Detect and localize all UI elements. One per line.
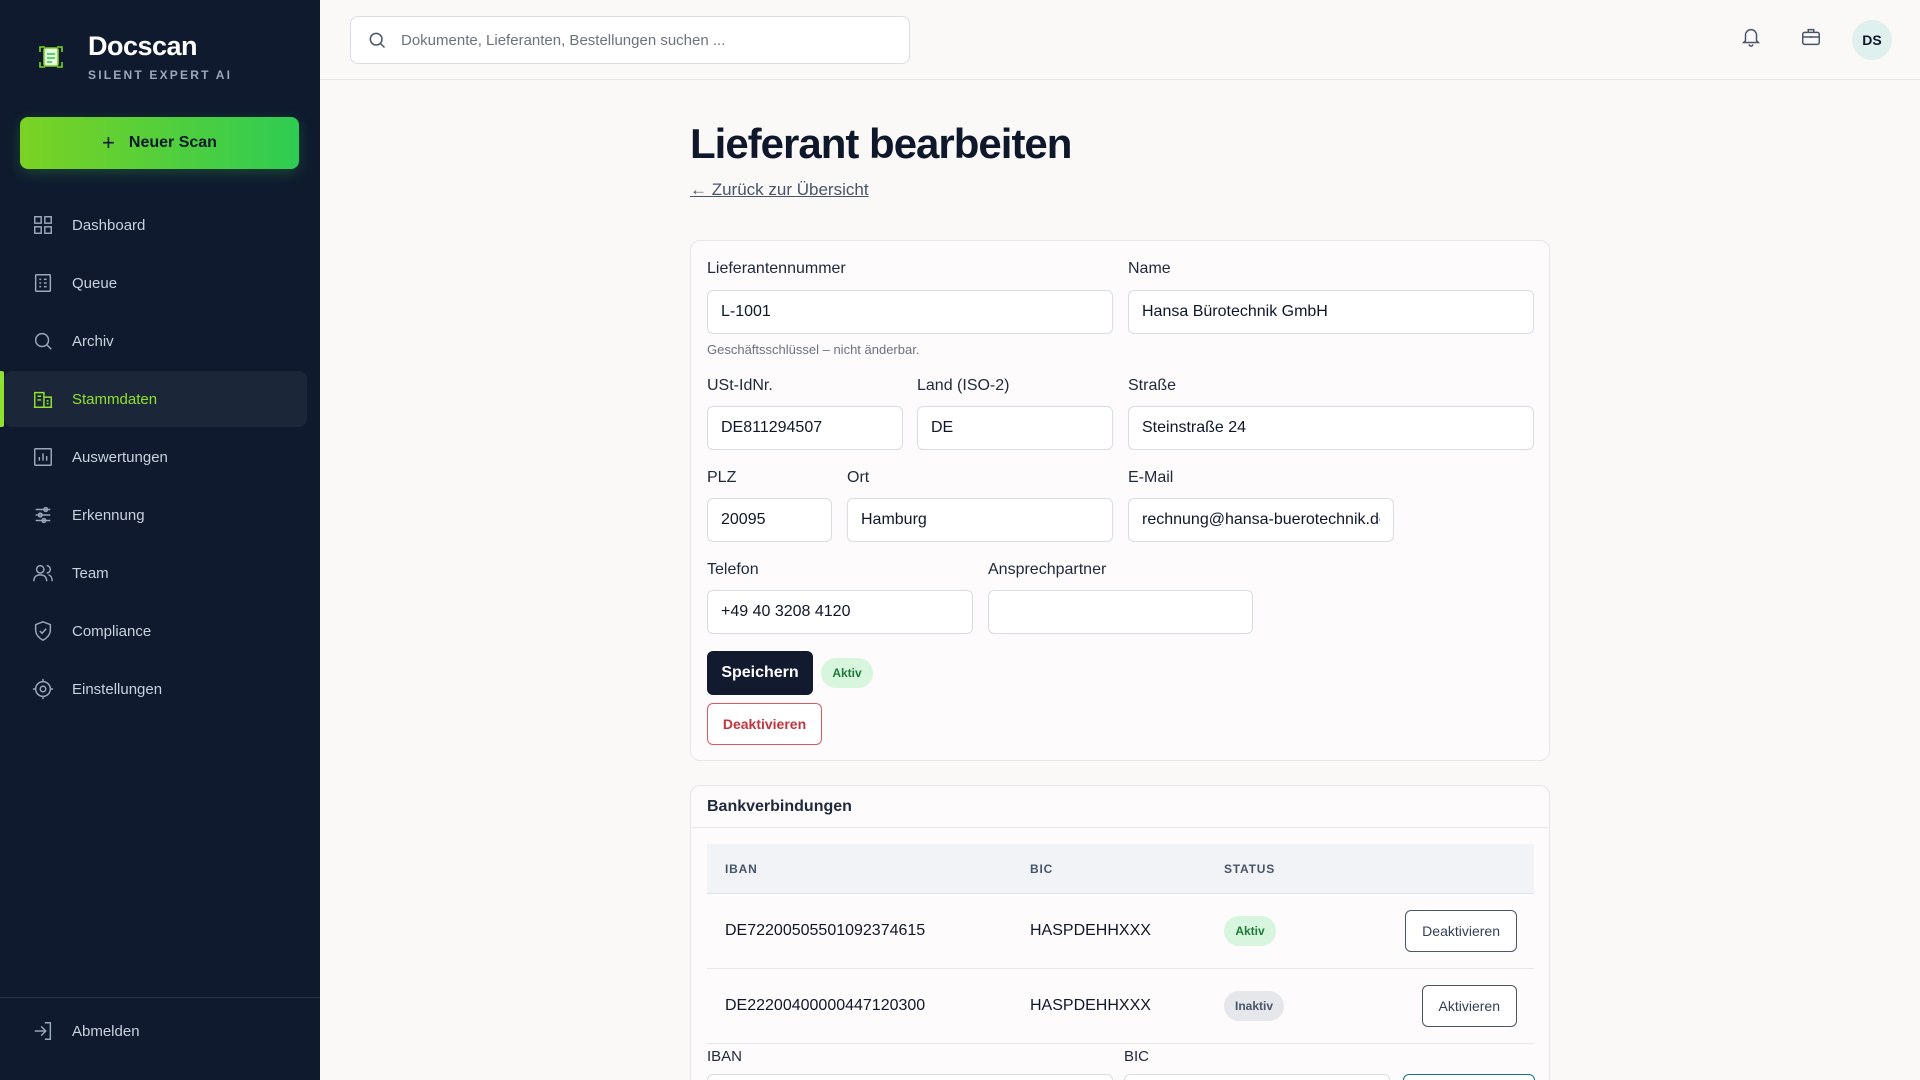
- sidebar-item-stammdaten[interactable]: Stammdaten: [0, 371, 307, 427]
- global-search[interactable]: [350, 16, 910, 64]
- supplier-number-label: Lieferantennummer: [707, 260, 846, 277]
- country-input[interactable]: [917, 406, 1113, 450]
- users-icon: [33, 564, 53, 582]
- bank-accounts-table: IBAN BIC STATUS DE72200505501092374615 H…: [707, 844, 1534, 1044]
- sidebar-item-label: Auswertungen: [72, 448, 168, 466]
- building-icon: [33, 391, 53, 408]
- table-header: IBAN BIC STATUS: [707, 844, 1534, 894]
- zip-input[interactable]: [707, 498, 832, 542]
- bic-cell: HASPDEHHXXX: [1030, 997, 1151, 1014]
- plus-icon: +: [102, 130, 115, 155]
- name-label: Name: [1128, 260, 1171, 277]
- search-input[interactable]: [401, 31, 881, 49]
- notifications-button[interactable]: [1740, 26, 1766, 52]
- column-header-status: STATUS: [1224, 862, 1276, 876]
- shield-icon: [34, 621, 52, 641]
- status-badge: Aktiv: [821, 658, 873, 688]
- back-to-overview-link[interactable]: ← Zurück zur Übersicht: [690, 180, 869, 200]
- sidebar-nav: Dashboard Queue Archiv Stammdaten Auswer…: [0, 197, 320, 719]
- column-header-iban: IBAN: [725, 862, 758, 876]
- document-scan-logo-icon: [39, 46, 63, 68]
- column-header-bic: BIC: [1030, 862, 1054, 876]
- sidebar-item-label: Team: [72, 564, 109, 582]
- queue-icon: [34, 274, 52, 292]
- sidebar-divider: [0, 997, 320, 998]
- sidebar-item-queue[interactable]: Queue: [4, 255, 307, 311]
- app-tagline: SILENT EXPERT AI: [88, 68, 233, 82]
- logout-label: Abmelden: [72, 1022, 140, 1040]
- sidebar-item-label: Dashboard: [72, 216, 146, 234]
- deactivate-bank-account-button[interactable]: Deaktivieren: [1405, 910, 1517, 952]
- bic-cell: HASPDEHHXXX: [1030, 922, 1151, 939]
- search-icon: [369, 32, 386, 49]
- topbar: DS: [320, 0, 1920, 80]
- zip-label: PLZ: [707, 469, 737, 486]
- supplier-form-card: Lieferantennummer Geschäftsschlüssel – n…: [690, 240, 1550, 761]
- city-input[interactable]: [847, 498, 1113, 542]
- phone-label: Telefon: [707, 561, 759, 578]
- chart-icon: [34, 448, 52, 466]
- phone-input[interactable]: [707, 590, 973, 634]
- email-label: E-Mail: [1128, 469, 1174, 486]
- new-scan-label: Neuer Scan: [128, 134, 217, 151]
- iban-cell: DE22200400000447120300: [725, 997, 926, 1014]
- city-label: Ort: [847, 469, 870, 486]
- contact-person-input[interactable]: [988, 590, 1253, 634]
- sidebar: Docscan SILENT EXPERT AI + Neuer Scan Da…: [0, 0, 320, 1080]
- sidebar-item-label: Queue: [72, 274, 118, 292]
- save-button[interactable]: Speichern: [707, 651, 813, 695]
- dashboard-icon: [34, 216, 52, 234]
- supplier-number-hint: Geschäftsschlüssel – nicht änderbar.: [707, 342, 920, 357]
- status-badge: Aktiv: [1224, 916, 1276, 946]
- name-input[interactable]: [1128, 290, 1534, 334]
- logout-icon: [34, 1022, 52, 1040]
- bank-accounts-title: Bankverbindungen: [707, 798, 852, 815]
- sliders-icon: [35, 506, 51, 524]
- sidebar-item-auswertungen[interactable]: Auswertungen: [4, 429, 307, 485]
- page-title: Lieferant bearbeiten: [690, 120, 1072, 167]
- sidebar-item-erkennung[interactable]: Erkennung: [4, 487, 307, 543]
- bell-icon: [1741, 29, 1761, 47]
- logout-button[interactable]: Abmelden: [32, 1020, 140, 1042]
- table-row: DE22200400000447120300 HASPDEHHXXX Inakt…: [707, 969, 1534, 1044]
- sidebar-item-label: Archiv: [72, 332, 114, 350]
- avatar[interactable]: DS: [1852, 20, 1892, 60]
- status-badge: Inaktiv: [1224, 991, 1284, 1021]
- street-label: Straße: [1128, 377, 1177, 394]
- activate-bank-account-button[interactable]: Aktivieren: [1421, 985, 1517, 1027]
- iban-cell: DE72200505501092374615: [725, 922, 926, 939]
- sidebar-item-label: Compliance: [72, 622, 152, 640]
- briefcase-icon: [1802, 28, 1820, 46]
- sidebar-item-label: Erkennung: [72, 506, 145, 524]
- search-icon: [34, 332, 52, 350]
- supplier-number-input[interactable]: [707, 290, 1113, 334]
- new-iban-label: IBAN: [707, 1048, 743, 1065]
- email-input[interactable]: [1128, 498, 1394, 542]
- new-scan-button[interactable]: + Neuer Scan: [20, 117, 299, 169]
- sidebar-item-label: Einstellungen: [72, 680, 163, 698]
- street-input[interactable]: [1128, 406, 1534, 450]
- new-bic-label: BIC: [1124, 1048, 1150, 1065]
- add-bank-account-button[interactable]: [1403, 1074, 1535, 1080]
- vat-id-label: USt-IdNr.: [707, 377, 773, 394]
- deactivate-supplier-button[interactable]: Deaktivieren: [707, 703, 822, 745]
- vat-id-input[interactable]: [707, 406, 903, 450]
- bank-accounts-card: Bankverbindungen IBAN BIC STATUS DE72200…: [690, 785, 1550, 1080]
- sidebar-item-label: Stammdaten: [72, 390, 158, 408]
- new-bic-input[interactable]: [1124, 1074, 1390, 1080]
- sidebar-item-einstellungen[interactable]: Einstellungen: [4, 661, 307, 717]
- sidebar-item-team[interactable]: Team: [4, 545, 307, 601]
- sidebar-item-archiv[interactable]: Archiv: [4, 313, 307, 369]
- gear-icon: [32, 678, 54, 700]
- bank-accounts-divider: [691, 827, 1549, 828]
- inbox-button[interactable]: [1800, 26, 1826, 52]
- app-name: Docscan: [88, 31, 198, 61]
- brand[interactable]: Docscan SILENT EXPERT AI: [38, 30, 232, 82]
- sidebar-item-compliance[interactable]: Compliance: [4, 603, 307, 659]
- sidebar-item-dashboard[interactable]: Dashboard: [4, 197, 307, 253]
- table-row: DE72200505501092374615 HASPDEHHXXX Aktiv…: [707, 894, 1534, 969]
- contact-person-label: Ansprechpartner: [988, 561, 1107, 578]
- country-label: Land (ISO-2): [917, 377, 1010, 394]
- new-iban-input[interactable]: [707, 1074, 1113, 1080]
